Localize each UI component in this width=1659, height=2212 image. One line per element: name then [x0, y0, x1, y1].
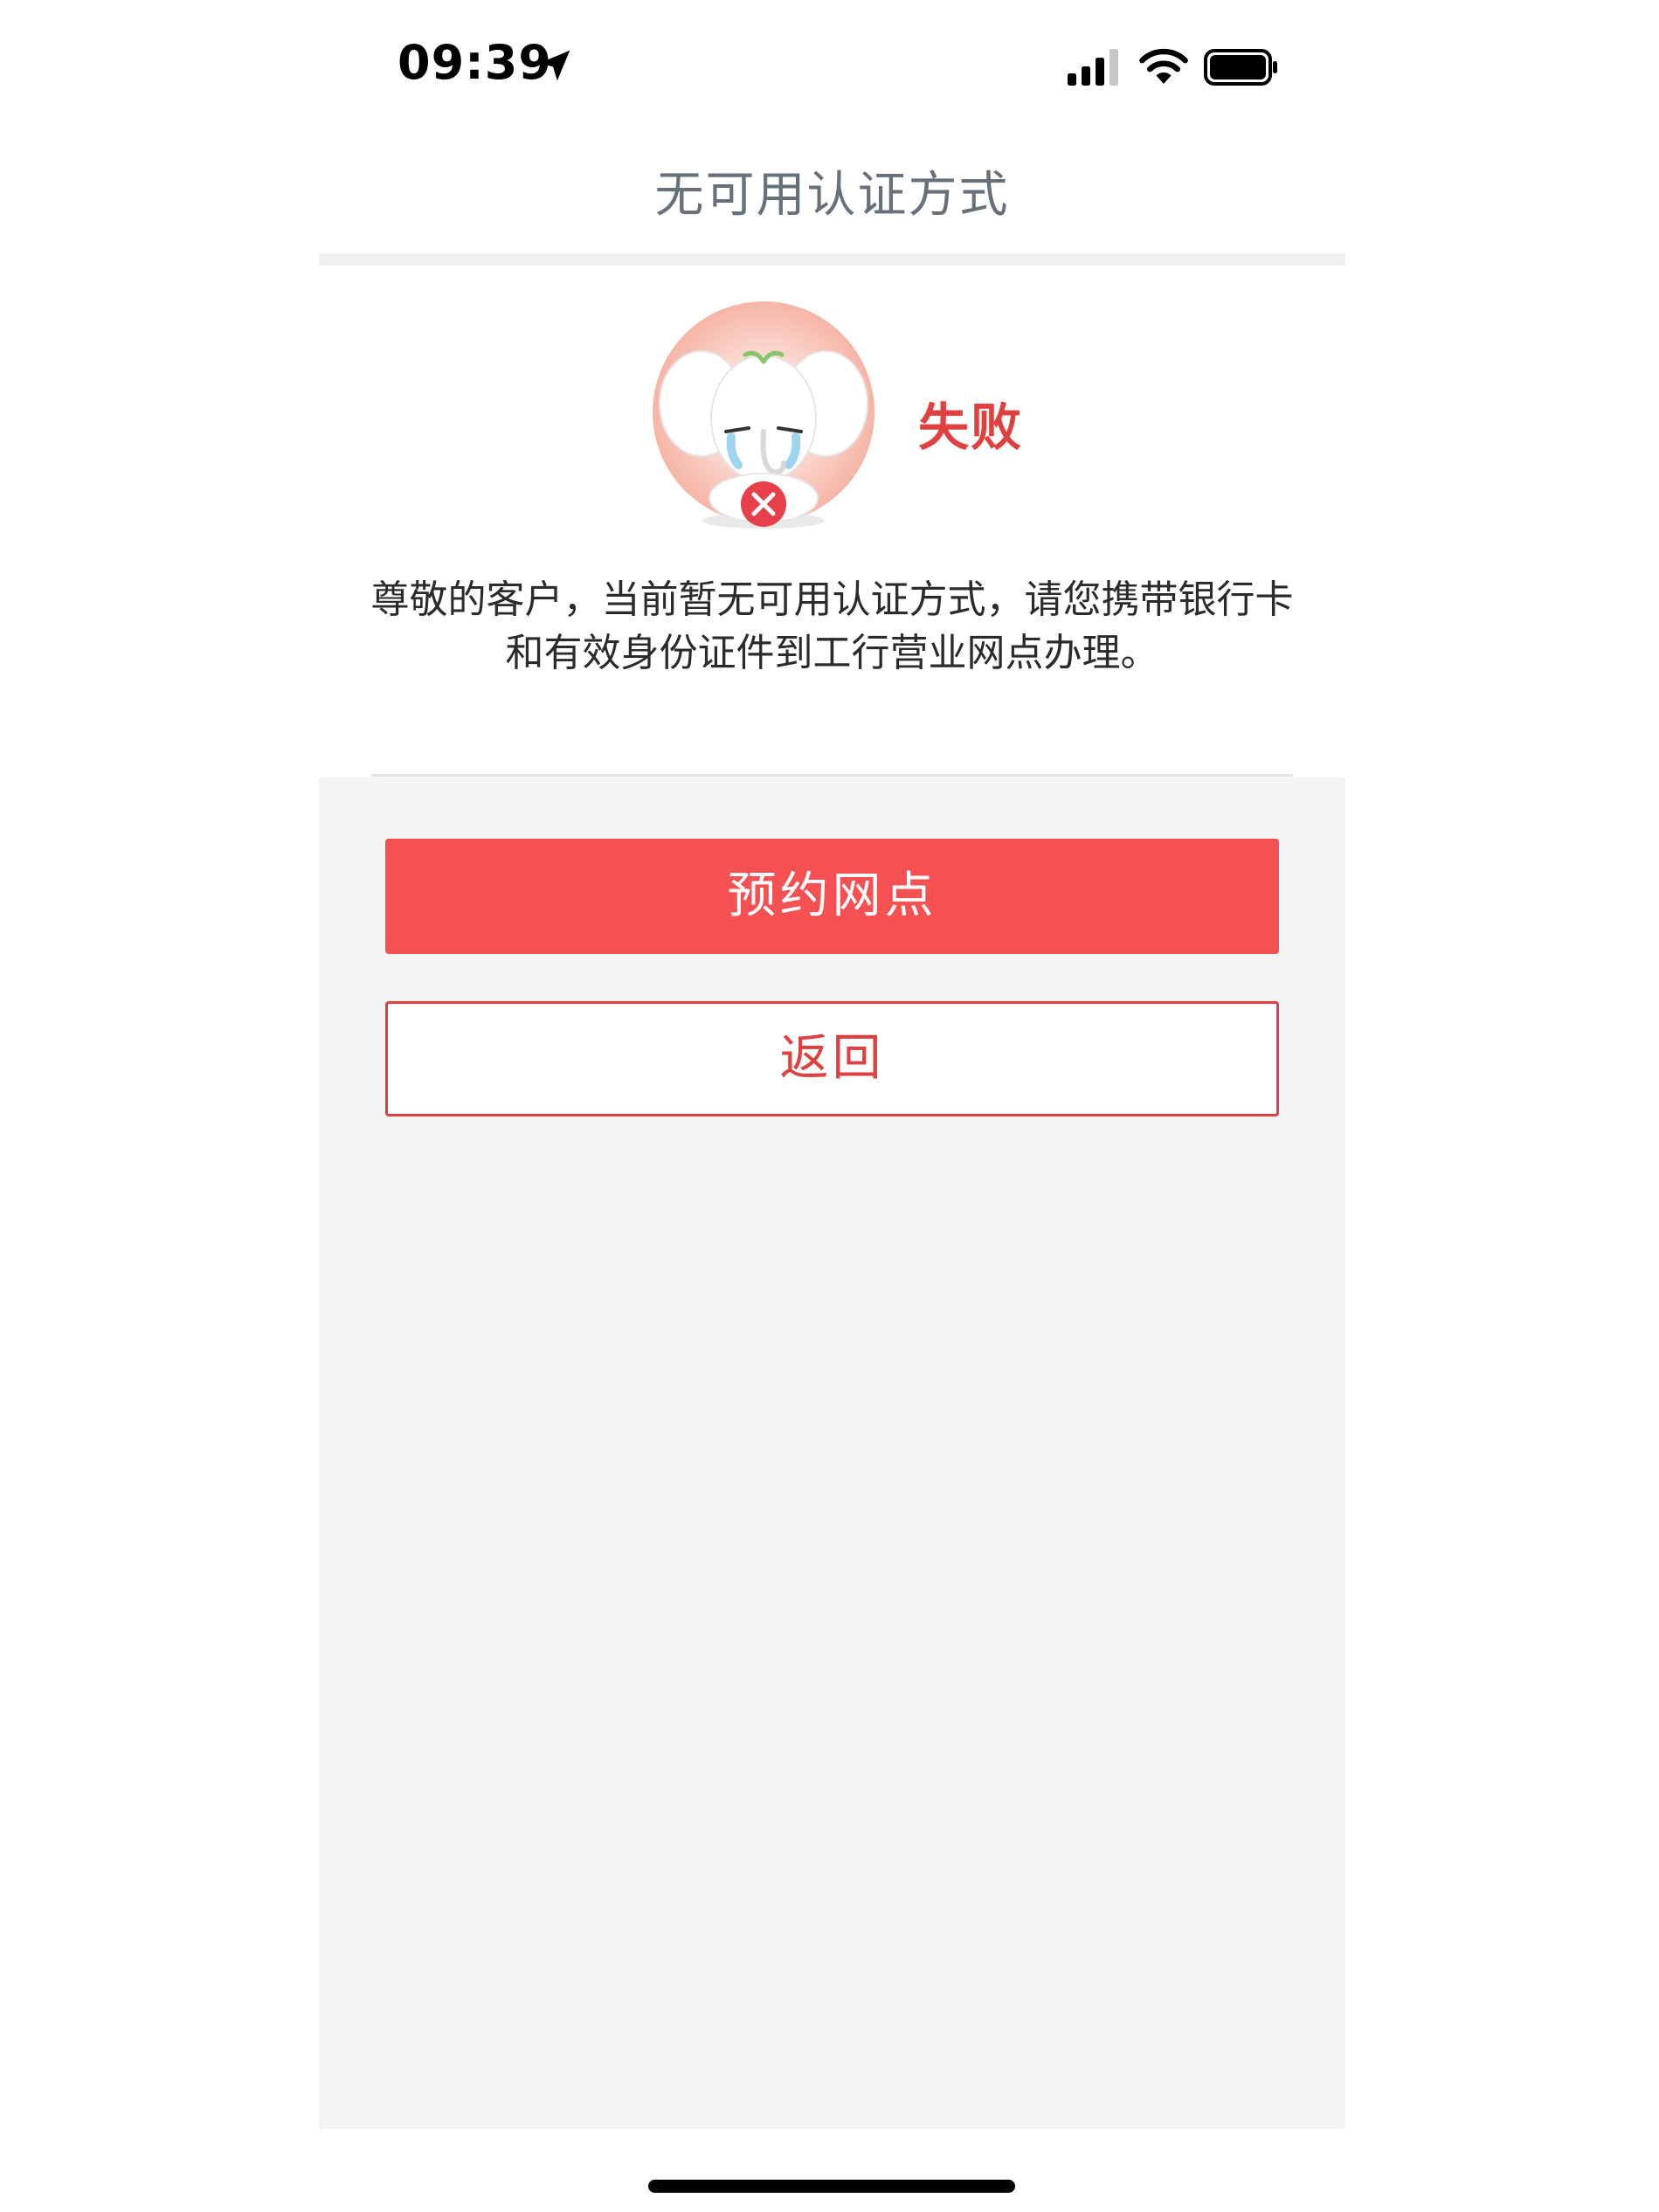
- result-message: 尊敬的客户，当前暂无可用认证方式，请您携带银行卡和有效身份证件到工行营业网点办理…: [370, 577, 1294, 675]
- navigation-bar: 无可用认证方式: [319, 114, 1345, 266]
- back-button[interactable]: 返回: [385, 1001, 1279, 1116]
- status-time: 09:39: [397, 35, 552, 90]
- battery-icon: [1204, 49, 1277, 86]
- wifi-icon: [1139, 48, 1188, 84]
- signal-icon: [1068, 49, 1118, 86]
- page-title: 无可用认证方式: [654, 167, 1010, 224]
- home-indicator[interactable]: [648, 2180, 1015, 2193]
- result-status-label: 失败: [918, 397, 1024, 457]
- divider: [371, 774, 1293, 777]
- status-bar: 09:39: [0, 0, 1659, 114]
- app-content: 无可用认证方式 失败 尊敬的客户，当前暂无可用认证方式，请您携带银行卡和有效身份…: [319, 114, 1345, 2129]
- result-card: 失败 尊敬的客户，当前暂无可用认证方式，请您携带银行卡和有效身份证件到工行营业网…: [319, 266, 1345, 778]
- location-arrow-icon: [539, 50, 570, 81]
- book-branch-button[interactable]: 预约网点: [385, 839, 1279, 954]
- crying-elephant-failure-icon: [653, 301, 874, 529]
